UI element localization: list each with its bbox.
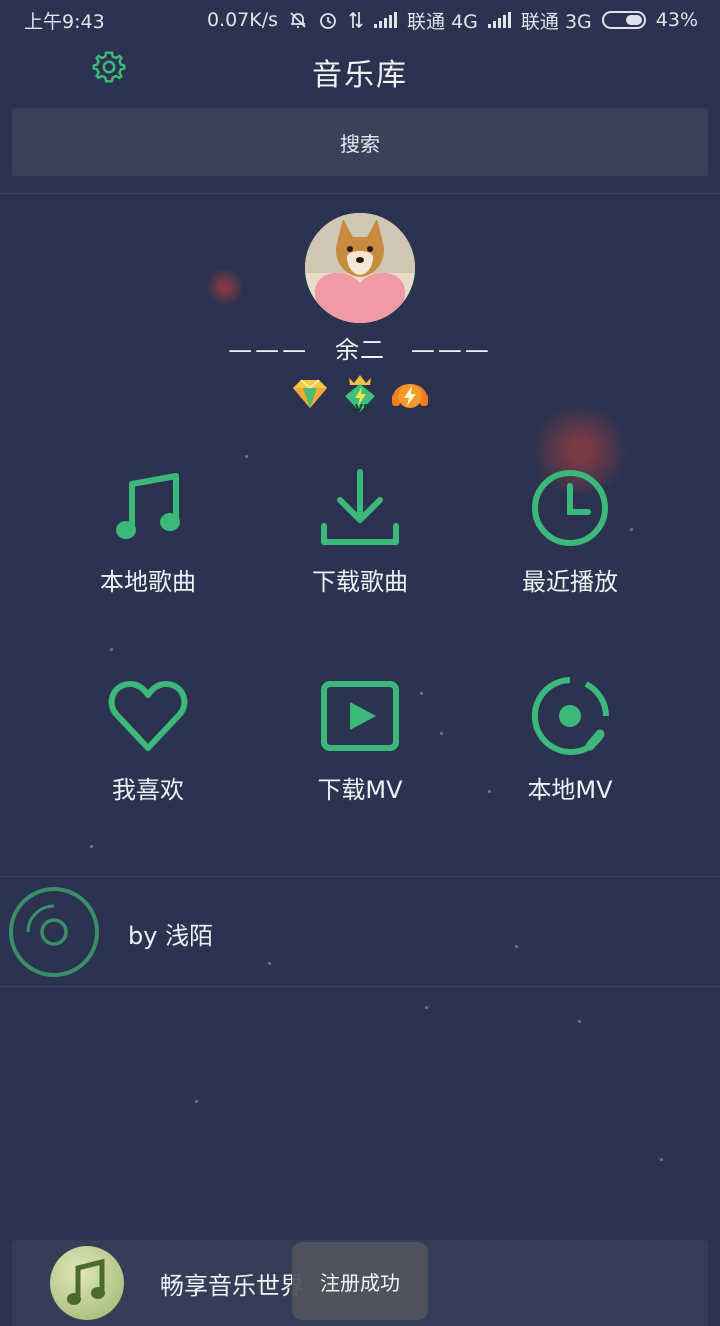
music-note-icon <box>67 1258 105 1305</box>
signal-icon <box>374 12 398 28</box>
local-songs-button[interactable]: 本地歌曲 <box>48 468 248 597</box>
carrier-2: 联通 3G <box>520 10 592 33</box>
clock-icon <box>532 470 608 546</box>
diamond-badge-icon[interactable] <box>289 372 331 414</box>
downloaded-mv-button[interactable]: 下载MV <box>260 676 460 805</box>
video-play-icon <box>321 681 399 751</box>
music-note-icon <box>116 473 180 539</box>
recent-played-button[interactable]: 最近播放 <box>470 468 670 597</box>
favorites-button[interactable]: 我喜欢 <box>48 676 248 805</box>
album-cover[interactable] <box>50 1246 124 1320</box>
signal-icon <box>487 12 511 28</box>
bottom-bar-text: 畅享音乐世界 <box>160 1272 304 1300</box>
grid-label: 下载歌曲 <box>312 568 408 596</box>
battery-percent: 43% <box>655 9 698 31</box>
now-playing-row[interactable]: by 浅陌 <box>0 876 720 986</box>
alarm-icon <box>320 13 336 29</box>
downloaded-songs-button[interactable]: 下载歌曲 <box>260 468 460 597</box>
level-label: LV8 <box>350 403 370 414</box>
grid-label: 下载MV <box>317 776 403 804</box>
header: 音乐库 <box>0 40 720 96</box>
page-title: 音乐库 <box>312 58 408 93</box>
mute-bell-icon <box>290 12 306 28</box>
carrier-1: 联通 4G <box>407 10 478 33</box>
status-time: 上午9:43 <box>24 10 105 33</box>
avatar-image <box>305 213 415 323</box>
grid-label: 我喜欢 <box>112 776 184 804</box>
download-icon <box>321 469 399 545</box>
search-button[interactable]: 搜索 <box>12 108 708 176</box>
divider <box>0 193 720 194</box>
disc-icon <box>9 887 99 977</box>
status-bar: 上午9:43 0.07K/s 联通 4G 联通 3G 43% <box>0 0 720 40</box>
local-mv-button[interactable]: 本地MV <box>470 676 670 805</box>
avatar[interactable] <box>305 213 415 323</box>
username-text: 余二 <box>335 336 385 364</box>
search-label: 搜索 <box>340 131 380 156</box>
username: ——— 余二 ——— <box>0 330 720 365</box>
now-playing-text: by 浅陌 <box>128 922 214 950</box>
grid-label: 本地MV <box>527 776 613 804</box>
username-dash-left: ——— <box>228 336 310 364</box>
toast-text: 注册成功 <box>320 1270 400 1295</box>
data-transfer-icon <box>349 11 363 29</box>
grid-label: 本地歌曲 <box>100 568 196 596</box>
grid-label: 最近播放 <box>522 568 618 596</box>
badge-row: LV8 <box>0 372 720 414</box>
battery-icon <box>601 11 646 29</box>
disc-icon <box>531 677 609 755</box>
toast: 注册成功 <box>292 1242 428 1320</box>
divider <box>0 986 720 987</box>
network-speed: 0.07K/s <box>206 9 279 31</box>
lightning-headphone-badge-icon[interactable] <box>389 372 431 414</box>
level-badge-icon[interactable]: LV8 <box>339 372 381 414</box>
heart-icon <box>108 681 188 751</box>
username-dash-right: ——— <box>410 336 492 364</box>
